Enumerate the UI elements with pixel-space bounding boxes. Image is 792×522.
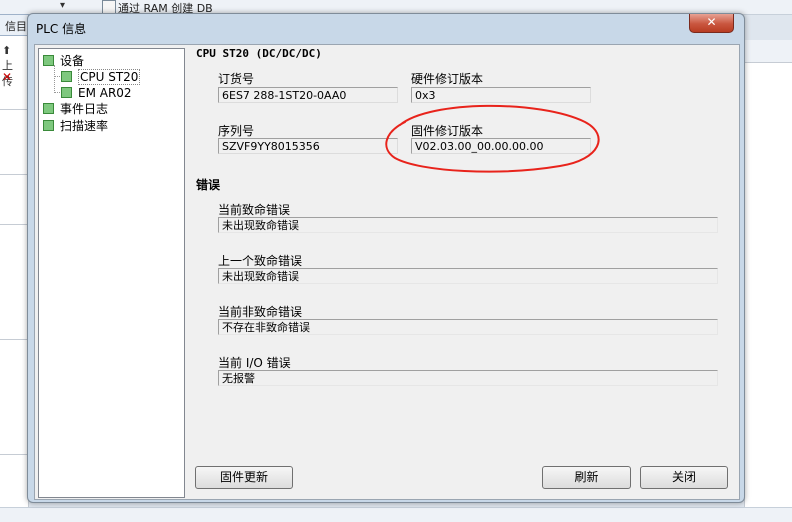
current-fatal-error-label: 当前致命错误 bbox=[218, 203, 291, 217]
event-log-icon bbox=[43, 103, 54, 114]
dialog-close-button[interactable]: ✕ bbox=[689, 14, 734, 33]
current-fatal-error-field: 未出现致命错误 bbox=[218, 217, 718, 233]
tree-item-label: 事件日志 bbox=[60, 102, 109, 116]
tree-item-scan-rate[interactable]: 扫描速率 bbox=[43, 118, 108, 134]
list-row bbox=[0, 109, 28, 110]
close-icon[interactable]: ✕ bbox=[2, 70, 12, 84]
errors-heading: 错误 bbox=[196, 178, 221, 192]
close-button[interactable]: 关闭 bbox=[640, 466, 728, 489]
current-io-error-field: 无报警 bbox=[218, 370, 718, 386]
module-icon bbox=[61, 87, 72, 98]
firmware-update-button[interactable]: 固件更新 bbox=[195, 466, 293, 489]
tree-item-device[interactable]: 设备 bbox=[43, 53, 84, 69]
ram-db-icon bbox=[102, 0, 116, 14]
plc-info-dialog: PLC 信息 ✕ 设备 CPU ST20 EM AR02 事件日志 扫描速率 C… bbox=[27, 13, 745, 503]
module-icon bbox=[61, 71, 72, 82]
firmware-revision-field: V02.03.00_00.00.00.00 bbox=[411, 138, 591, 154]
last-fatal-error-label: 上一个致命错误 bbox=[218, 254, 303, 268]
serial-number-label: 序列号 bbox=[218, 124, 255, 138]
dialog-body: 设备 CPU ST20 EM AR02 事件日志 扫描速率 CPU ST20 (… bbox=[34, 44, 740, 500]
list-row bbox=[0, 224, 28, 225]
refresh-button[interactable]: 刷新 bbox=[542, 466, 631, 489]
background-right-pane bbox=[744, 40, 792, 521]
current-io-error-label: 当前 I/O 错误 bbox=[218, 356, 291, 370]
serial-number-field: SZVF9YY8015356 bbox=[218, 138, 398, 154]
scan-rate-icon bbox=[43, 120, 54, 131]
tree-item-label: CPU ST20 bbox=[78, 69, 141, 85]
tab-label: 信目 bbox=[5, 20, 27, 33]
upload-button[interactable]: ⬆上传 bbox=[2, 44, 22, 88]
tree-item-label: 设备 bbox=[60, 54, 85, 68]
background-left-pane bbox=[0, 14, 29, 521]
dialog-title: PLC 信息 bbox=[36, 22, 87, 36]
hardware-revision-label: 硬件修订版本 bbox=[411, 72, 484, 86]
background-statusbar bbox=[0, 507, 792, 522]
device-icon bbox=[43, 55, 54, 66]
order-number-field: 6ES7 288-1ST20-0AA0 bbox=[218, 87, 398, 103]
dropdown-arrow-icon[interactable]: ▾ bbox=[60, 0, 65, 11]
background-right-toolbar bbox=[745, 40, 792, 63]
order-number-label: 订货号 bbox=[218, 72, 255, 86]
firmware-revision-label: 固件修订版本 bbox=[411, 124, 484, 138]
list-row bbox=[0, 339, 28, 340]
last-fatal-error-field: 未出现致命错误 bbox=[218, 268, 718, 284]
tree-item-label: EM AR02 bbox=[78, 86, 132, 100]
tree-item-event-log[interactable]: 事件日志 bbox=[43, 101, 108, 117]
tree-item-em-ar02[interactable]: EM AR02 bbox=[61, 85, 132, 101]
current-nonfatal-error-label: 当前非致命错误 bbox=[218, 305, 303, 319]
tree-item-cpu-st20[interactable]: CPU ST20 bbox=[61, 69, 141, 85]
tree-connector bbox=[54, 65, 55, 93]
device-tree[interactable]: 设备 CPU ST20 EM AR02 事件日志 扫描速率 bbox=[38, 48, 185, 498]
tree-item-label: 扫描速率 bbox=[60, 119, 109, 133]
background-tab[interactable]: 信目 bbox=[0, 14, 29, 36]
list-row bbox=[0, 454, 28, 455]
device-heading: CPU ST20 (DC/DC/DC) bbox=[196, 47, 322, 60]
hardware-revision-field: 0x3 bbox=[411, 87, 591, 103]
current-nonfatal-error-field: 不存在非致命错误 bbox=[218, 319, 718, 335]
list-row bbox=[0, 174, 28, 175]
